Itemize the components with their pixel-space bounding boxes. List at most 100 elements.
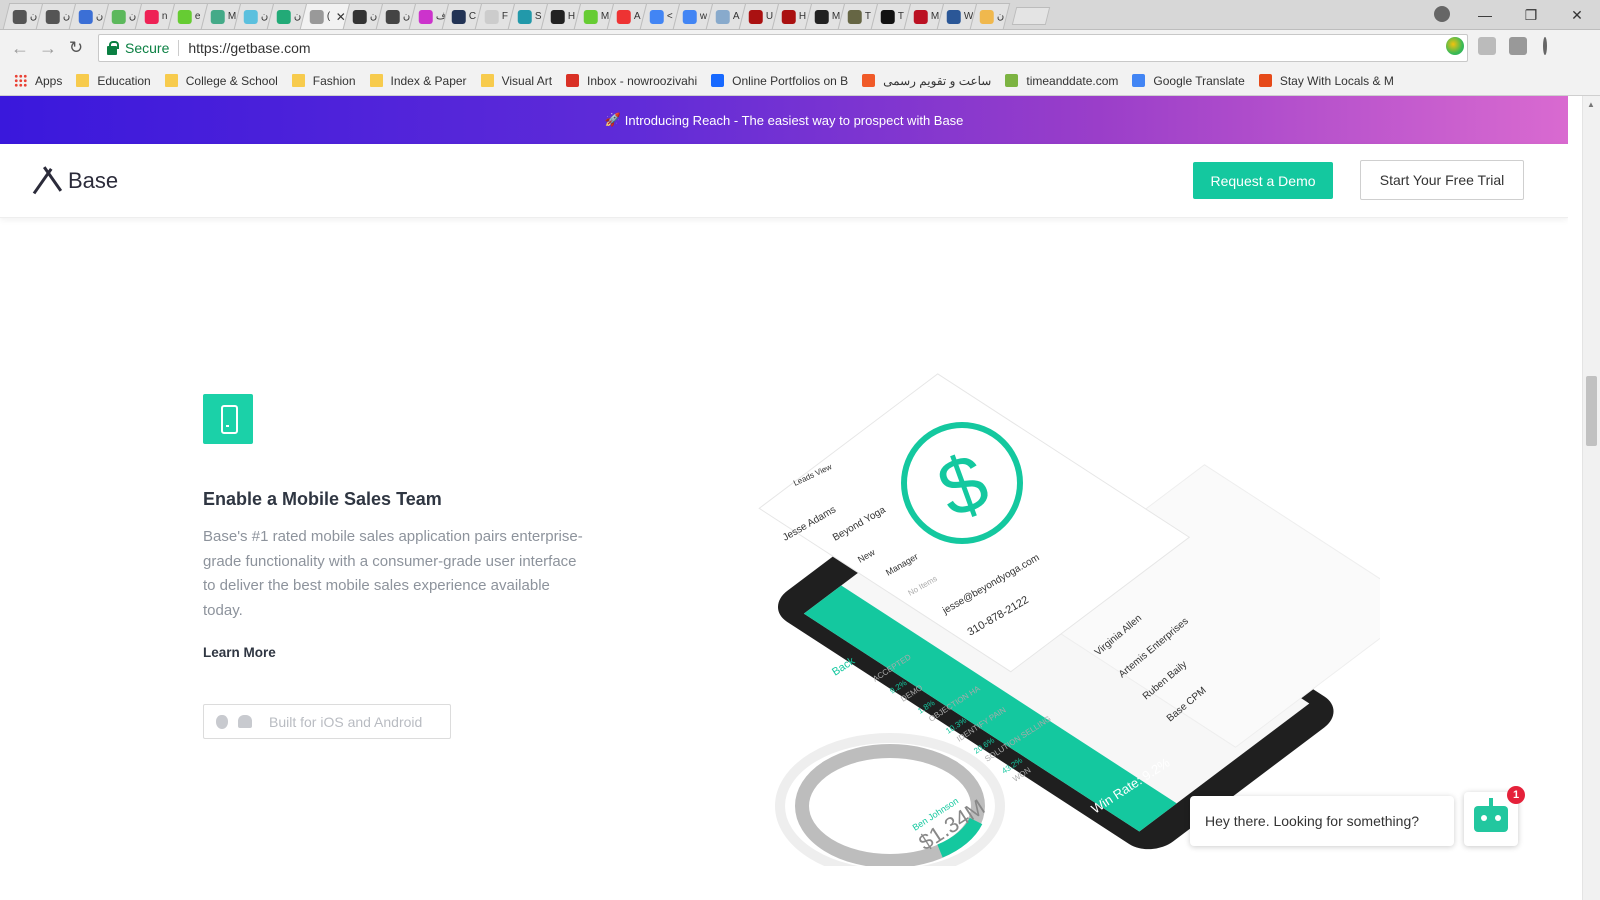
scroll-thumb[interactable] (1586, 376, 1597, 446)
restore-button[interactable]: ❐ (1508, 7, 1554, 24)
tab-title: T (897, 11, 904, 22)
bookmark-item[interactable]: Google Translate (1132, 74, 1245, 88)
tab-strip: ن ن ن ن n e M ن ن (1 ✕ ن ن ف C F S H M A < w A U H M T T M W ن (0, 0, 1600, 30)
bookmark-item[interactable]: College & School (164, 74, 278, 88)
menu-icon[interactable] (1543, 37, 1547, 55)
base-logo-mark-icon (30, 168, 64, 194)
bookmark-item[interactable]: timeanddate.com (1005, 74, 1118, 88)
mobile-phone-icon (203, 394, 253, 444)
gmail-icon (566, 74, 580, 87)
t-icon (862, 74, 876, 87)
tab-title: ن (402, 11, 411, 22)
webpage: 🚀 Introducing Reach - The easiest way to… (0, 96, 1568, 900)
browser-tab[interactable]: ن (969, 3, 1011, 29)
reload-button[interactable]: ↻ (62, 38, 90, 58)
tab-favicon-icon (550, 9, 565, 24)
tab-favicon-icon (880, 9, 895, 24)
bookmark-item[interactable]: Stay With Locals & M (1258, 74, 1394, 88)
tab-title: T (864, 11, 871, 22)
bookmark-label: Fashion (312, 73, 356, 88)
tab-title: A (633, 11, 641, 22)
back-button[interactable]: ← (6, 38, 34, 59)
tab-favicon-icon (276, 9, 291, 24)
tab-favicon-icon (517, 9, 532, 24)
folder-icon (480, 74, 494, 87)
tab-title: ن (95, 11, 104, 22)
tab-favicon-icon (45, 9, 60, 24)
tab-favicon-icon (12, 9, 27, 24)
tab-favicon-icon (616, 9, 631, 24)
bookmark-item[interactable]: Online Portfolios on B (711, 74, 848, 88)
couchsurfing-icon (1258, 74, 1272, 87)
secure-label: Secure (125, 40, 170, 56)
tab-favicon-icon (715, 9, 730, 24)
extension-inbox-icon[interactable] (1478, 37, 1496, 55)
close-window-button[interactable]: ✕ (1554, 7, 1600, 24)
tab-favicon-icon (682, 9, 697, 24)
tab-favicon-icon (78, 9, 93, 24)
request-demo-button[interactable]: Request a Demo (1193, 162, 1333, 199)
tab-favicon-icon (352, 9, 367, 24)
extension-globe-icon[interactable] (1446, 37, 1464, 55)
bookmark-item[interactable]: Index & Paper (369, 73, 467, 88)
bookmark-item[interactable]: Fashion (291, 73, 356, 88)
translate-icon (1132, 74, 1146, 87)
profile-icon[interactable] (1434, 6, 1450, 22)
tab-favicon-icon (748, 9, 763, 24)
browser-window: ن ن ن ن n e M ن ن (1 ✕ ن ن ف C F S H M A < w A U H M T T M W ن — ❐ ✕ ←… (0, 0, 1600, 900)
extension-camera-icon[interactable] (1509, 37, 1527, 55)
tab-title: ن (996, 11, 1005, 22)
folder-icon (369, 74, 383, 87)
bookmark-item[interactable]: Education (76, 74, 151, 88)
tab-favicon-icon (210, 9, 225, 24)
new-tab-button[interactable] (1011, 7, 1051, 25)
tab-favicon-icon (781, 9, 796, 24)
tab-title: (1 (326, 11, 331, 22)
chat-prompt-text: Hey there. Looking for something? (1205, 813, 1420, 829)
scroll-up-icon[interactable]: ▲ (1587, 100, 1595, 109)
tab-title: F (501, 11, 508, 22)
tab-title: ن (293, 11, 302, 22)
behance-icon (711, 74, 725, 87)
minimize-button[interactable]: — (1462, 7, 1508, 23)
rocket-icon: 🚀 (604, 112, 621, 127)
tab-title: H (798, 11, 807, 22)
url-text[interactable]: https://getbase.com (188, 40, 310, 56)
tab-favicon-icon (385, 9, 400, 24)
apple-icon (216, 714, 228, 729)
platform-badge: Built for iOS and Android (203, 704, 451, 739)
tab-title: U (765, 11, 774, 22)
folder-icon (164, 74, 178, 87)
banner-text[interactable]: Introducing Reach - The easiest way to p… (625, 113, 964, 128)
bookmark-item[interactable]: Visual Art (480, 73, 553, 88)
apps-icon (14, 74, 27, 87)
tab-title: < (666, 11, 673, 22)
robot-icon (1474, 806, 1508, 832)
bookmark-item[interactable]: ساعت و تقویم رسمی (862, 74, 991, 88)
robot-eye-icon (1495, 815, 1501, 821)
tab-favicon-icon (814, 9, 829, 24)
tab-title: H (567, 11, 576, 22)
tab-favicon-icon (913, 9, 928, 24)
tab-title: ن (260, 11, 269, 22)
bookmark-label: Visual Art (501, 73, 553, 88)
platform-label: Built for iOS and Android (269, 713, 423, 730)
tab-favicon-icon (111, 9, 126, 24)
base-logo[interactable]: Base (30, 168, 118, 194)
bookmark-item[interactable]: Apps (14, 74, 62, 88)
bookmark-label: Online Portfolios on B (732, 73, 849, 88)
chat-prompt[interactable]: Hey there. Looking for something? (1190, 796, 1454, 846)
tab-favicon-icon (418, 9, 433, 24)
free-trial-button[interactable]: Start Your Free Trial (1360, 160, 1524, 200)
learn-more-link[interactable]: Learn More (203, 645, 276, 660)
bookmark-item[interactable]: Inbox - nowroozivahi (566, 74, 697, 88)
folder-icon (291, 74, 305, 87)
bookmark-label: Index & Paper (390, 73, 467, 88)
forward-button[interactable]: → (34, 38, 62, 59)
address-bar[interactable]: Secure https://getbase.com ☆ (98, 34, 1468, 62)
page-scrollbar[interactable]: ▲ (1582, 96, 1600, 900)
announcement-banner[interactable]: 🚀 Introducing Reach - The easiest way to… (0, 96, 1568, 144)
tab-favicon-icon (583, 9, 598, 24)
tab-favicon-icon (946, 9, 961, 24)
folder-icon (76, 74, 90, 87)
